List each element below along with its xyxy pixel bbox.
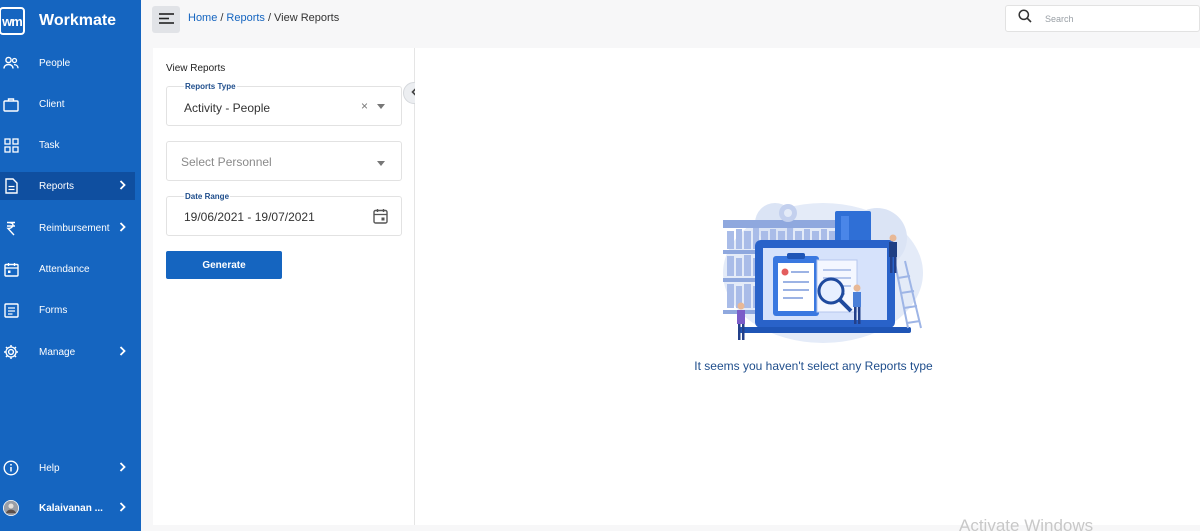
people-icon	[3, 55, 19, 71]
chevron-right-icon	[119, 221, 126, 235]
sidebar-item-reimbursement[interactable]: Reimbursement	[0, 214, 135, 242]
search-input[interactable]	[1045, 13, 1185, 24]
breadcrumb-reports[interactable]: Reports	[226, 12, 265, 24]
activate-windows-watermark: Activate Windows	[959, 516, 1094, 531]
sidebar-item-label: Forms	[39, 304, 68, 316]
reports-type-select[interactable]: Reports Type Activity - People ×	[166, 82, 402, 126]
reports-type-value: Activity - People	[184, 101, 271, 115]
task-grid-icon	[3, 137, 19, 153]
sidebar-item-help[interactable]: Help	[0, 454, 135, 482]
personnel-placeholder: Select Personnel	[181, 155, 272, 169]
breadcrumb: Home / Reports / View Reports	[188, 12, 339, 24]
sidebar-item-reports[interactable]: Reports	[0, 172, 135, 200]
gear-icon	[3, 344, 19, 360]
search-icon[interactable]	[1018, 9, 1032, 28]
empty-state-illustration	[723, 203, 923, 343]
breadcrumb-separator: /	[267, 12, 271, 24]
sidebar-item-client[interactable]: Client	[0, 90, 135, 118]
document-icon	[3, 178, 19, 194]
sidebar-item-label: Manage	[39, 346, 76, 358]
chevron-right-icon	[119, 501, 126, 515]
chevron-down-icon[interactable]	[377, 104, 385, 109]
menu-toggle-button[interactable]	[152, 6, 180, 33]
sidebar-item-label: Reimbursement	[39, 222, 110, 234]
sidebar-item-attendance[interactable]: Attendance	[0, 255, 135, 283]
date-range-field[interactable]: Date Range 19/06/2021 - 19/07/2021	[166, 192, 402, 236]
sidebar-item-task[interactable]: Task	[0, 131, 135, 159]
empty-state-message: It seems you haven't select any Reports …	[694, 359, 933, 373]
avatar	[3, 500, 19, 516]
sidebar-item-forms[interactable]: Forms	[0, 296, 135, 324]
calendar-icon[interactable]	[373, 208, 388, 229]
report-results-panel: It seems you haven't select any Reports …	[415, 48, 1200, 525]
generate-button[interactable]: Generate	[166, 251, 282, 279]
chevron-right-icon	[119, 179, 126, 193]
briefcase-icon	[3, 96, 19, 112]
date-range-value: 19/06/2021 - 19/07/2021	[184, 210, 315, 224]
sidebar-item-people[interactable]: People	[0, 49, 135, 77]
breadcrumb-separator: /	[220, 12, 224, 24]
sidebar-item-label: Client	[39, 98, 65, 110]
chevron-right-icon	[119, 461, 126, 475]
info-icon	[3, 460, 19, 476]
sidebar-item-label: Help	[39, 462, 60, 474]
hamburger-icon	[158, 11, 174, 29]
reports-type-label: Reports Type	[184, 82, 237, 91]
form-icon	[3, 302, 19, 318]
sidebar-item-label: People	[39, 57, 71, 69]
personnel-select[interactable]: Select Personnel	[166, 141, 402, 181]
sidebar-item-manage[interactable]: Manage	[0, 338, 135, 366]
clear-icon[interactable]: ×	[361, 99, 368, 113]
user-name: Kalaivanan ...	[39, 502, 103, 514]
search-box	[1005, 5, 1200, 32]
chevron-down-icon[interactable]	[377, 161, 385, 166]
breadcrumb-current: View Reports	[274, 12, 340, 24]
sidebar-item-label: Attendance	[39, 263, 90, 275]
brand[interactable]: wm Workmate	[0, 6, 116, 36]
chevron-right-icon	[119, 345, 126, 359]
sidebar: wm Workmate People Client Task Reports R…	[0, 0, 141, 531]
workmate-logo: wm	[0, 7, 25, 35]
date-range-label: Date Range	[184, 192, 231, 201]
report-filter-panel: View Reports Reports Type Activity - Peo…	[153, 48, 415, 525]
sidebar-item-user[interactable]: Kalaivanan ...	[0, 494, 135, 522]
app-name: Workmate	[39, 12, 117, 29]
sidebar-item-label: Reports	[39, 180, 75, 192]
rupee-icon	[3, 220, 19, 236]
calendar-icon	[3, 261, 19, 277]
panel-title: View Reports	[166, 63, 226, 74]
sidebar-item-label: Task	[39, 139, 60, 151]
breadcrumb-home[interactable]: Home	[188, 12, 217, 24]
